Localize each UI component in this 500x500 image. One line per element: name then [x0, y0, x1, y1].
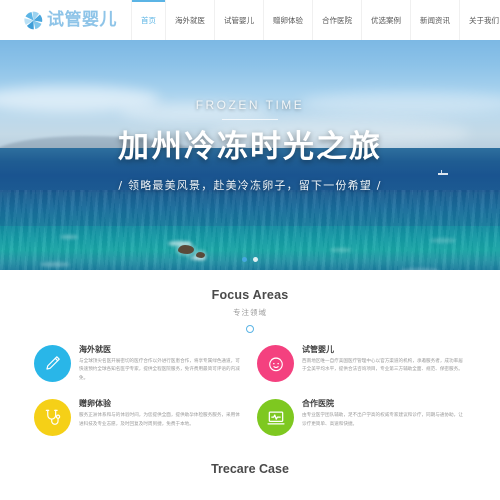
nav-item-home[interactable]: 首页	[131, 0, 165, 40]
nav-item-news[interactable]: 新闻资讯	[410, 0, 459, 40]
nav-item-partner-hospitals[interactable]: 合作医院	[312, 0, 361, 40]
focus-card-partner-hospitals[interactable]: 合作医院 由专业医学团队辅助，足不出户学高的权威专家建议和诊疗，同期与通协助，让…	[257, 397, 466, 437]
focus-cards-grid: 海外就医 与全球顶尖名医开展密切的医疗合作以外进行医患合作，将享专属绿色通道，可…	[0, 343, 500, 437]
stethoscope-icon	[34, 399, 71, 437]
carousel-dot-1[interactable]	[242, 257, 247, 262]
card-title: 海外就医	[79, 345, 111, 354]
card-description: 西南地区唯一自疗美国医疗管理中心以官方渠道的机构，承邀服务者，成功率居于全美平均…	[302, 359, 463, 373]
nav-item-egg-donation[interactable]: 赠卵体验	[263, 0, 312, 40]
hero-subtitle: / 领略最美风景，赴美冷冻卵子，留下一份希望 /	[118, 179, 382, 193]
card-description: 服务正洲体系和与的体验时间，为您提供全面，提供助孕体检服务服务，采用体进科技及专…	[79, 413, 240, 427]
nav-item-ivf[interactable]: 试管婴儿	[214, 0, 263, 40]
section-divider-dot-icon	[246, 325, 254, 333]
site-logo[interactable]: 试管婴儿	[24, 11, 117, 30]
case-section: Trecare Case	[0, 452, 500, 477]
hero-divider	[222, 119, 278, 120]
nav-item-cases[interactable]: 优选案例	[361, 0, 410, 40]
focus-card-overseas-medical[interactable]: 海外就医 与全球顶尖名医开展密切的医疗合作以外进行医患合作，将享专属绿色通道，可…	[34, 343, 243, 383]
card-description: 与全球顶尖名医开展密切的医疗合作以外进行医患合作，将享专属绿色通道，可快速预约全…	[79, 359, 240, 381]
card-title: 试管婴儿	[302, 345, 334, 354]
hero-title: 加州冷冻时光之旅	[118, 129, 382, 165]
focus-card-ivf[interactable]: 试管婴儿 西南地区唯一自疗美国医疗管理中心以官方渠道的机构，承邀服务者，成功率居…	[257, 343, 466, 383]
logo-text: 试管婴儿	[47, 9, 117, 30]
card-title: 赠卵体验	[79, 399, 111, 409]
baby-face-icon	[257, 345, 294, 382]
card-description: 由专业医学团队辅助，足不出户学高的权威专家建议和诊疗，同期与通协助，让诊疗更简单…	[302, 413, 463, 427]
hero-eyebrow: FROZEN TIME	[195, 98, 305, 112]
focus-section-title: Focus Areas	[211, 288, 289, 302]
hero-content: FROZEN TIME 加州冷冻时光之旅 / 领略最美风景，赴美冷冻卵子，留下一…	[0, 40, 500, 270]
site-header: 试管婴儿 首页 海外就医 试管婴儿 赠卵体验 合作医院 优选案例 新闻资讯 关于…	[0, 0, 500, 40]
laptop-monitor-icon	[257, 399, 294, 437]
case-section-title: Trecare Case	[211, 462, 289, 477]
carousel-dots	[0, 257, 500, 262]
pen-icon	[34, 345, 71, 382]
focus-card-egg-donation[interactable]: 赠卵体验 服务正洲体系和与的体验时间，为您提供全面，提供助孕体检服务服务，采用体…	[34, 397, 243, 437]
main-navigation: 首页 海外就医 试管婴儿 赠卵体验 合作医院 优选案例 新闻资讯 关于我们	[131, 0, 500, 40]
hero-banner: FROZEN TIME 加州冷冻时光之旅 / 领略最美风景，赴美冷冻卵子，留下一…	[0, 40, 500, 270]
focus-section-subtitle: 专注领域	[233, 308, 267, 317]
carousel-dot-2[interactable]	[253, 257, 258, 262]
card-title: 合作医院	[302, 399, 334, 409]
nav-item-about-us[interactable]: 关于我们	[459, 0, 500, 40]
nav-item-overseas-medical[interactable]: 海外就医	[165, 0, 214, 40]
snowflake-fan-logo-icon	[24, 11, 43, 30]
focus-areas-section: Focus Areas 专注领域 海外就医 与全球顶尖名医开展密切的医疗合作以外…	[0, 270, 500, 437]
